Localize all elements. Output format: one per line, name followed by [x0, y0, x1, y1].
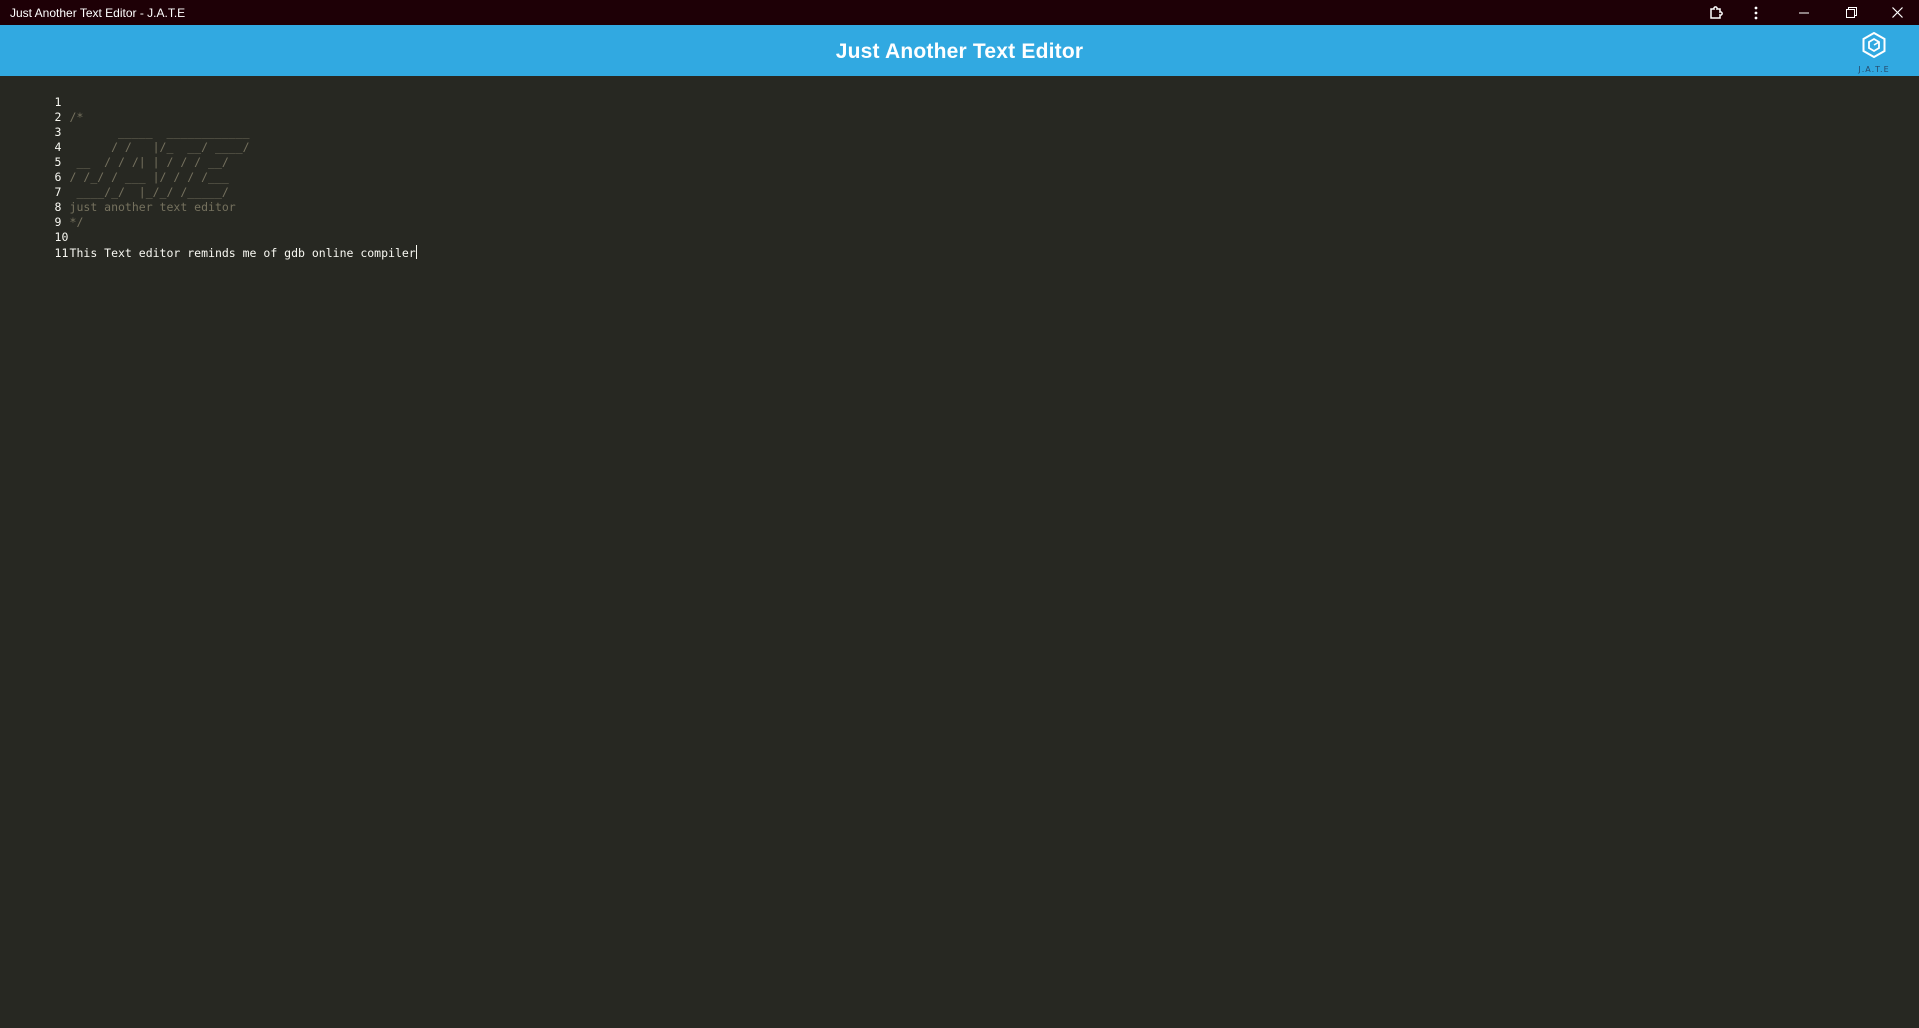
text-cursor: [415, 245, 417, 259]
editor-line[interactable]: 9 */: [0, 200, 417, 229]
editor-line[interactable]: 8 just another text editor: [0, 185, 417, 214]
editor-line[interactable]: 4 / / |/_ __/ ____/: [0, 125, 417, 154]
extensions-button[interactable]: [1696, 0, 1736, 25]
line-number: 11: [54, 246, 69, 260]
editor-lines: 1 2/* 3 _____ ____________ 4 / / |/_ __/…: [0, 80, 417, 260]
restore-icon: [1845, 7, 1857, 18]
app-header: Just Another Text Editor J.A.T.E: [0, 25, 1919, 76]
editor-line-active[interactable]: 11This Text editor reminds me of gdb onl…: [0, 230, 417, 260]
logo-text: J.A.T.E: [1858, 65, 1890, 74]
editor-line[interactable]: 7 ____/_/ |_/_/ /_____/: [0, 170, 417, 199]
close-icon: [1891, 7, 1903, 18]
more-menu-button[interactable]: [1736, 0, 1776, 25]
close-button[interactable]: [1877, 0, 1917, 25]
window-titlebar: Just Another Text Editor - J.A.T.E: [0, 0, 1919, 25]
editor-line[interactable]: 1: [0, 80, 417, 109]
restore-button[interactable]: [1831, 0, 1871, 25]
minimize-button[interactable]: [1784, 0, 1824, 25]
window-title: Just Another Text Editor - J.A.T.E: [10, 6, 186, 20]
editor-line[interactable]: 3 _____ ____________: [0, 110, 417, 139]
editor-line[interactable]: 10: [0, 215, 417, 244]
app-title: Just Another Text Editor: [835, 40, 1084, 63]
minimize-icon: [1799, 8, 1809, 18]
puzzle-icon: [1708, 5, 1724, 21]
editor-line[interactable]: 2/*: [0, 95, 417, 124]
editor-line[interactable]: 6/ /_/ / ___ |/ / / /___: [0, 155, 417, 184]
app-logo: J.A.T.E: [1852, 30, 1896, 74]
code-editor[interactable]: 1 2/* 3 _____ ____________ 4 / / |/_ __/…: [0, 76, 1919, 1028]
more-vertical-icon: [1754, 6, 1758, 20]
hexagon-logo-icon: [1862, 32, 1886, 58]
editor-line[interactable]: 5 __ / / /| | / / / __/: [0, 140, 417, 169]
line-text: This Text editor reminds me of gdb onlin…: [69, 246, 416, 260]
